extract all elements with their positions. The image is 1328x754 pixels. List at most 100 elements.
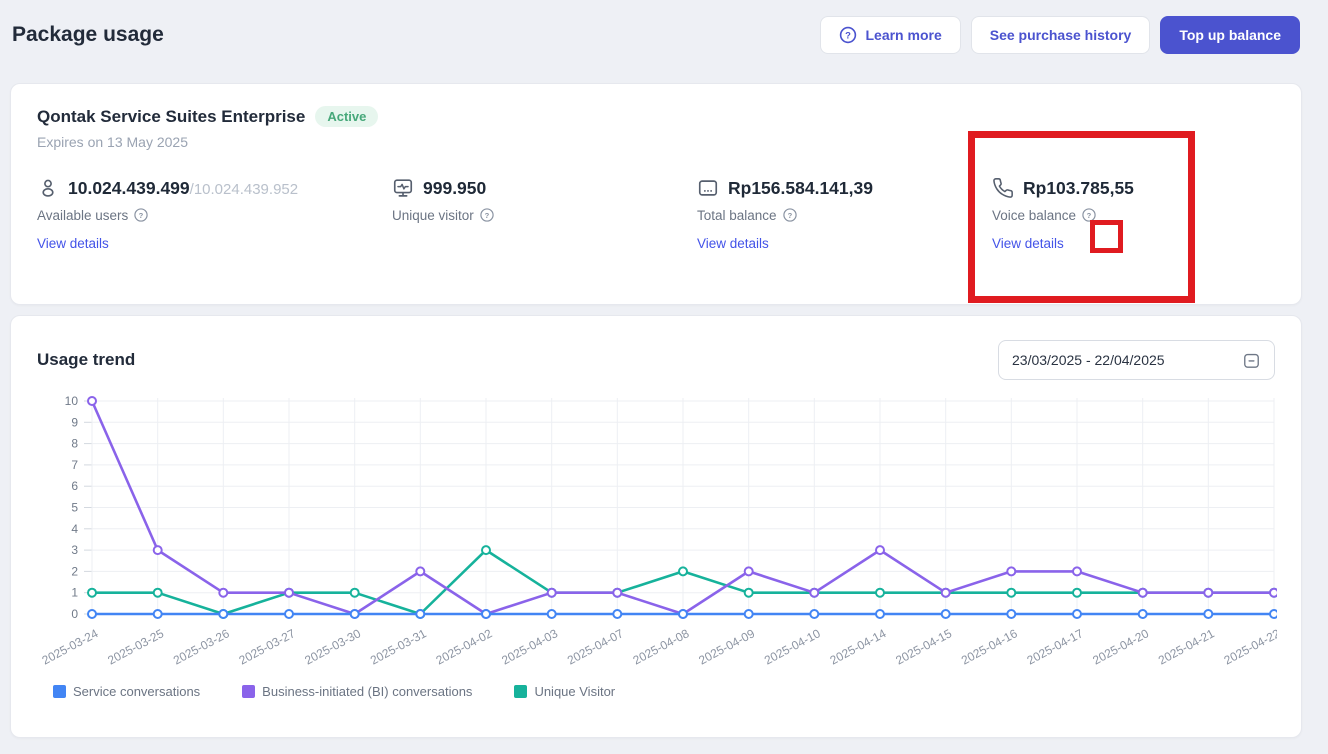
data-point[interactable] bbox=[1139, 589, 1147, 597]
top-up-balance-button[interactable]: Top up balance bbox=[1160, 16, 1300, 54]
x-axis-label: 2025-03-27 bbox=[237, 626, 298, 667]
total-balance-label: Total balance bbox=[697, 208, 777, 223]
available-users-view-details-link[interactable]: View details bbox=[37, 236, 109, 251]
data-point[interactable] bbox=[416, 567, 424, 575]
help-circle-icon[interactable]: ? bbox=[133, 207, 149, 223]
voice-balance-view-details-link[interactable]: View details bbox=[992, 236, 1064, 251]
users-total: /10.024.439.952 bbox=[190, 181, 298, 198]
help-circle-icon[interactable]: ? bbox=[479, 207, 495, 223]
data-point[interactable] bbox=[876, 546, 884, 554]
page-title: Package usage bbox=[12, 23, 164, 47]
data-point[interactable] bbox=[154, 610, 162, 618]
data-point[interactable] bbox=[219, 610, 227, 618]
legend-item[interactable]: Unique Visitor bbox=[514, 684, 615, 699]
x-axis-label: 2025-04-20 bbox=[1090, 626, 1151, 667]
data-point[interactable] bbox=[351, 589, 359, 597]
header-actions: ? Learn more See purchase history Top up… bbox=[820, 16, 1300, 54]
data-point[interactable] bbox=[679, 567, 687, 575]
date-range-picker[interactable]: 23/03/2025 - 22/04/2025 bbox=[998, 340, 1275, 380]
data-point[interactable] bbox=[613, 589, 621, 597]
user-icon bbox=[37, 177, 59, 199]
y-tick-label: 8 bbox=[71, 437, 78, 451]
data-point[interactable] bbox=[1007, 567, 1015, 575]
available-users-label: Available users bbox=[37, 208, 128, 223]
svg-text:?: ? bbox=[787, 211, 792, 220]
data-point[interactable] bbox=[745, 610, 753, 618]
data-point[interactable] bbox=[1073, 610, 1081, 618]
line-chart: 0123456789102025-03-242025-03-252025-03-… bbox=[37, 390, 1277, 682]
data-point[interactable] bbox=[1270, 589, 1277, 597]
expiry-date: Expires on 13 May 2025 bbox=[37, 134, 1275, 150]
stats-row: 10.024.439.499/10.024.439.952 Available … bbox=[37, 177, 1275, 251]
data-point[interactable] bbox=[351, 610, 359, 618]
package-usage-page: Package usage ? Learn more See purchase … bbox=[0, 0, 1328, 754]
svg-text:?: ? bbox=[1087, 211, 1092, 220]
data-point[interactable] bbox=[548, 589, 556, 597]
legend-swatch bbox=[242, 685, 255, 698]
data-point[interactable] bbox=[482, 610, 490, 618]
total-balance-value: Rp156.584.141,39 bbox=[728, 178, 873, 199]
learn-more-button[interactable]: ? Learn more bbox=[820, 16, 960, 54]
data-point[interactable] bbox=[876, 589, 884, 597]
data-point[interactable] bbox=[613, 610, 621, 618]
y-tick-label: 3 bbox=[71, 543, 78, 557]
data-point[interactable] bbox=[1204, 610, 1212, 618]
package-card: Qontak Service Suites Enterprise Active … bbox=[10, 83, 1302, 305]
date-range-value: 23/03/2025 - 22/04/2025 bbox=[1012, 352, 1165, 368]
data-point[interactable] bbox=[154, 589, 162, 597]
data-point[interactable] bbox=[1007, 610, 1015, 618]
data-point[interactable] bbox=[1139, 610, 1147, 618]
legend-label: Service conversations bbox=[73, 684, 200, 699]
data-point[interactable] bbox=[88, 610, 96, 618]
data-point[interactable] bbox=[942, 610, 950, 618]
data-point[interactable] bbox=[679, 610, 687, 618]
x-axis-label: 2025-04-07 bbox=[565, 626, 626, 667]
x-axis-label: 2025-04-21 bbox=[1156, 626, 1217, 667]
data-point[interactable] bbox=[942, 589, 950, 597]
y-tick-label: 10 bbox=[65, 394, 79, 408]
legend-label: Unique Visitor bbox=[534, 684, 615, 699]
x-axis-label: 2025-04-09 bbox=[696, 626, 757, 667]
legend-label: Business-initiated (BI) conversations bbox=[262, 684, 472, 699]
x-axis-label: 2025-03-30 bbox=[302, 626, 363, 667]
top-up-label: Top up balance bbox=[1179, 27, 1281, 43]
stat-total-balance: Rp156.584.141,39 Total balance ? View de… bbox=[697, 177, 992, 251]
help-circle-icon[interactable]: ? bbox=[782, 207, 798, 223]
data-point[interactable] bbox=[88, 589, 96, 597]
stat-available-users: 10.024.439.499/10.024.439.952 Available … bbox=[37, 177, 392, 251]
data-point[interactable] bbox=[1007, 589, 1015, 597]
phone-icon bbox=[992, 177, 1014, 199]
legend-item[interactable]: Service conversations bbox=[53, 684, 200, 699]
data-point[interactable] bbox=[548, 610, 556, 618]
data-point[interactable] bbox=[1270, 610, 1277, 618]
data-point[interactable] bbox=[1073, 567, 1081, 575]
data-point[interactable] bbox=[745, 567, 753, 575]
monitor-pulse-icon bbox=[392, 177, 414, 199]
stat-voice-balance: Rp103.785,55 Voice balance ? View detail… bbox=[992, 177, 1134, 251]
x-axis-label: 2025-03-25 bbox=[105, 626, 166, 667]
total-balance-view-details-link[interactable]: View details bbox=[697, 236, 769, 251]
data-point[interactable] bbox=[1204, 589, 1212, 597]
voice-balance-label: Voice balance bbox=[992, 208, 1076, 223]
data-point[interactable] bbox=[285, 610, 293, 618]
data-point[interactable] bbox=[1073, 589, 1081, 597]
chart-legend: Service conversations Business-initiated … bbox=[37, 684, 1275, 699]
stat-unique-visitor: 999.950 Unique visitor ? bbox=[392, 177, 697, 251]
legend-item[interactable]: Business-initiated (BI) conversations bbox=[242, 684, 472, 699]
data-point[interactable] bbox=[876, 610, 884, 618]
x-axis-label: 2025-03-31 bbox=[368, 626, 429, 667]
help-circle-icon[interactable]: ? bbox=[1081, 207, 1097, 223]
data-point[interactable] bbox=[219, 589, 227, 597]
see-purchase-history-button[interactable]: See purchase history bbox=[971, 16, 1151, 54]
package-name: Qontak Service Suites Enterprise bbox=[37, 107, 305, 127]
data-point[interactable] bbox=[416, 610, 424, 618]
data-point[interactable] bbox=[285, 589, 293, 597]
learn-more-label: Learn more bbox=[865, 27, 941, 43]
data-point[interactable] bbox=[154, 546, 162, 554]
data-point[interactable] bbox=[810, 610, 818, 618]
data-point[interactable] bbox=[810, 589, 818, 597]
data-point[interactable] bbox=[745, 589, 753, 597]
y-tick-label: 2 bbox=[71, 564, 78, 578]
data-point[interactable] bbox=[482, 546, 490, 554]
data-point[interactable] bbox=[88, 397, 96, 405]
